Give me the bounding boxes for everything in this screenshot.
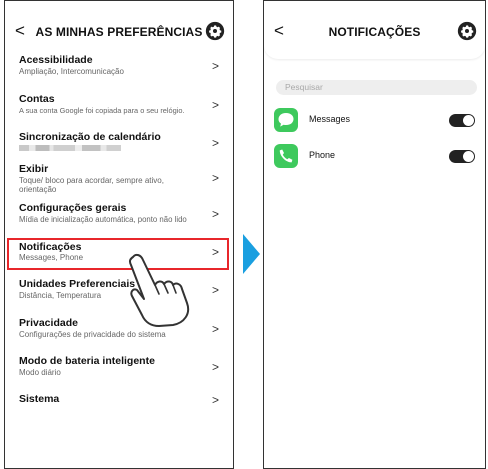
menu-item-exibir[interactable]: Exibir Toque/ bloco para acordar, sempre…: [5, 163, 233, 197]
messages-icon: [274, 108, 298, 132]
phone-icon: [274, 144, 298, 168]
settings-gear-icon[interactable]: [205, 21, 225, 41]
preferences-screen: < AS MINHAS PREFERÊNCIAS Acessibilidade …: [4, 0, 234, 469]
chevron-right-icon: >: [211, 207, 219, 221]
menu-item-subtitle: Ampliação, Intercomunicação: [19, 67, 124, 76]
menu-item-subtitle: Modo diário: [19, 368, 61, 377]
chevron-right-icon: >: [211, 322, 219, 336]
chevron-right-icon: >: [211, 98, 219, 112]
chevron-right-icon: >: [211, 360, 219, 374]
phone-toggle[interactable]: [449, 150, 475, 163]
search-input[interactable]: Pesquisar: [276, 80, 477, 95]
page-title: AS MINHAS PREFERÊNCIAS: [35, 25, 203, 39]
menu-item-subtitle-line2: orientação: [19, 185, 57, 194]
menu-item-title: Exibir: [19, 163, 49, 175]
menu-item-subtitle: Configurações de privacidade do sistema: [19, 330, 166, 339]
header: < NOTIFICAÇÕES: [264, 1, 485, 59]
toggle-knob: [463, 151, 474, 162]
menu-item-title: Modo de bateria inteligente: [19, 355, 155, 367]
menu-item-title: Sistema: [19, 393, 60, 405]
messages-toggle[interactable]: [449, 114, 475, 127]
menu-item-configuracoes-gerais[interactable]: Configurações gerais Mídia de inicializa…: [5, 202, 233, 232]
menu-item-subtitle: A sua conta Google foi copiada para o se…: [19, 106, 185, 115]
chevron-right-icon: >: [211, 171, 219, 185]
tap-hand-icon: [128, 253, 190, 327]
menu-item-subtitle: Distância, Temperatura: [19, 291, 102, 300]
app-name: Phone: [309, 150, 336, 160]
app-name: Messages: [309, 114, 351, 124]
chevron-right-icon: >: [211, 283, 219, 297]
menu-item-sistema[interactable]: Sistema >: [5, 393, 233, 413]
menu-item-title: Configurações gerais: [19, 202, 127, 214]
notifications-screen: < NOTIFICAÇÕES Pesquisar Messages Phone: [263, 0, 486, 469]
page-title: NOTIFICAÇÕES: [328, 25, 421, 39]
chevron-right-icon: >: [211, 136, 219, 150]
menu-item-acessibilidade[interactable]: Acessibilidade Ampliação, Intercomunicaç…: [5, 54, 233, 84]
menu-item-title: Privacidade: [19, 317, 78, 329]
search-placeholder: Pesquisar: [285, 82, 323, 92]
menu-item-contas[interactable]: Contas A sua conta Google foi copiada pa…: [5, 93, 233, 123]
menu-item-modo-bateria[interactable]: Modo de bateria inteligente Modo diário …: [5, 355, 233, 385]
menu-item-sincronizacao[interactable]: Sincronização de calendário >: [5, 131, 233, 161]
app-row-phone: Phone: [264, 144, 485, 170]
chevron-right-icon: >: [211, 393, 219, 407]
menu-item-title: Contas: [19, 93, 55, 105]
chevron-right-icon: >: [211, 59, 219, 73]
blurred-account-info: [19, 145, 121, 151]
menu-item-title: Acessibilidade: [19, 54, 93, 66]
toggle-knob: [463, 115, 474, 126]
header: < AS MINHAS PREFERÊNCIAS: [5, 1, 233, 59]
app-row-messages: Messages: [264, 108, 485, 134]
menu-item-title: Sincronização de calendário: [19, 131, 161, 143]
arrow-right-icon: [243, 234, 260, 274]
settings-gear-icon[interactable]: [457, 21, 477, 41]
menu-item-subtitle: Mídia de inicialização automática, ponto…: [19, 215, 187, 224]
